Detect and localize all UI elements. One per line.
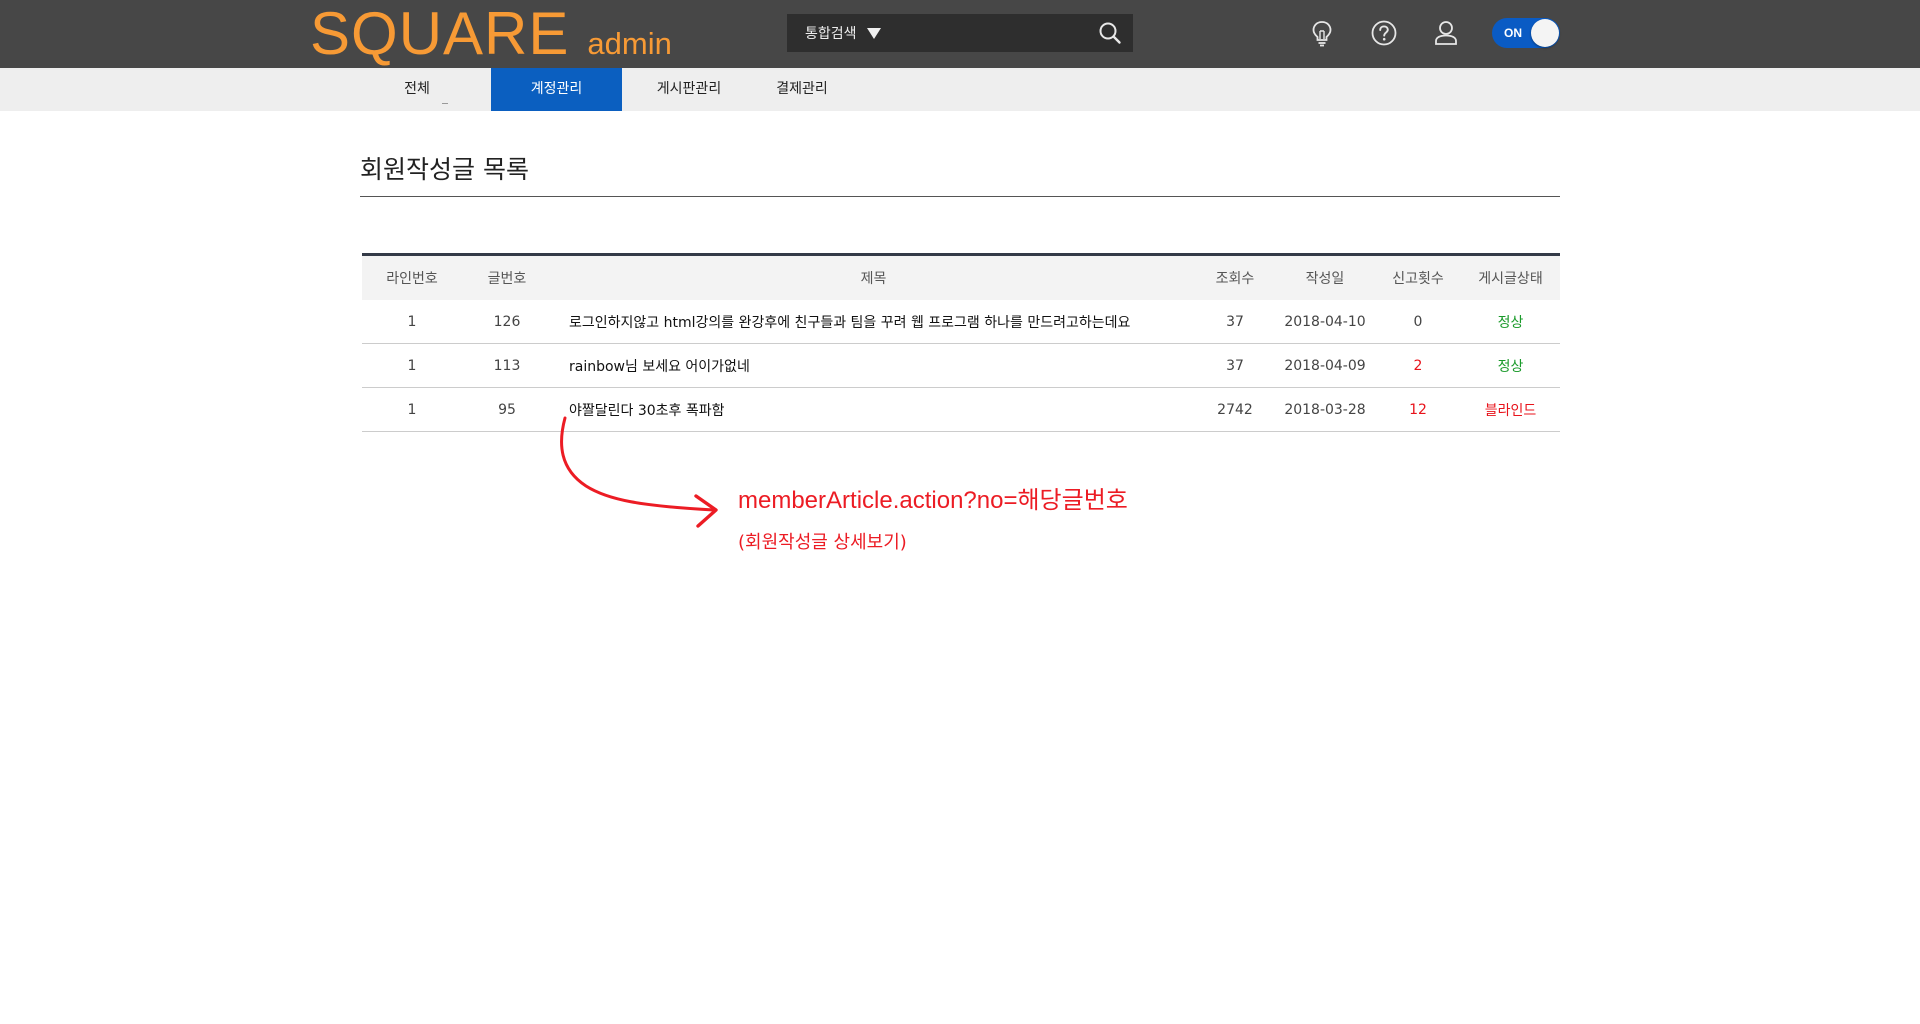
search-scope-dropdown[interactable]: 통합검색 (787, 23, 881, 43)
date-cell: 2018-04-09 (1284, 357, 1366, 374)
column-header: 조회수 (1215, 271, 1255, 287)
logo-sub-text: admin (587, 26, 672, 61)
report-count-cell: 12 (1409, 401, 1427, 418)
annotation-description: (회원작성글 상세보기) (738, 532, 907, 553)
table-header: 라인번호 글번호 제목 조회수 작성일 신고횟수 게시글상태 (362, 256, 1560, 300)
lightbulb-button[interactable] (1306, 17, 1338, 49)
nav-item-payment[interactable]: 결제관리 (752, 68, 852, 111)
column-header: 라인번호 (386, 271, 438, 287)
search-scope-label: 통합검색 (805, 26, 857, 42)
annotation-url: memberArticle.action?no=해당글번호 (738, 487, 1128, 514)
column-header: 신고횟수 (1392, 271, 1444, 287)
nav-indicator (442, 103, 448, 104)
status-badge: 정상 (1497, 314, 1524, 331)
main-nav: 전체 계정관리 게시판관리 결제관리 (0, 68, 1920, 111)
line-number-cell: 1 (407, 401, 417, 418)
line-number-cell: 1 (407, 313, 417, 330)
article-title-link[interactable]: 로그인하지않고 html강의를 완강후에 친구들과 팀을 꾸려 웹 프로그램 하… (552, 312, 1195, 332)
article-title-link[interactable]: rainbow님 보세요 어이가없네 (552, 356, 1195, 376)
views-cell: 37 (1226, 313, 1244, 330)
column-header: 작성일 (1305, 271, 1345, 287)
table-row: 1 126 로그인하지않고 html강의를 완강후에 친구들과 팀을 꾸려 웹 … (362, 300, 1560, 344)
on-off-toggle[interactable]: ON (1492, 18, 1560, 48)
search-button[interactable] (1087, 14, 1133, 52)
article-number-cell: 113 (493, 357, 521, 374)
help-button[interactable] (1368, 17, 1400, 49)
user-icon (1435, 21, 1457, 45)
line-number-cell: 1 (407, 357, 417, 374)
status-badge: 블라인드 (1484, 402, 1537, 419)
logo-main-text: SQUARE (310, 0, 570, 67)
views-cell: 37 (1226, 357, 1244, 374)
status-badge: 정상 (1497, 358, 1524, 375)
column-header: 게시글상태 (1478, 271, 1543, 287)
search-bar: 통합검색 (787, 14, 1133, 52)
date-cell: 2018-04-10 (1284, 313, 1366, 330)
title-divider (360, 196, 1560, 197)
top-header: SQUARE admin 통합검색 ON (0, 0, 1920, 68)
article-number-cell: 95 (498, 401, 516, 418)
dropdown-triangle-icon (866, 27, 881, 39)
help-icon (1371, 20, 1397, 46)
articles-table: 라인번호 글번호 제목 조회수 작성일 신고횟수 게시글상태 1 126 로그인… (362, 253, 1560, 432)
report-count-cell: 0 (1413, 313, 1423, 330)
views-cell: 2742 (1217, 401, 1253, 418)
user-button[interactable] (1430, 17, 1462, 49)
toggle-label: ON (1504, 26, 1522, 40)
lightbulb-icon (1312, 21, 1332, 47)
search-input[interactable] (880, 14, 1087, 52)
table-row: 1 113 rainbow님 보세요 어이가없네 37 2018-04-09 2… (362, 344, 1560, 388)
annotation-arrow-icon (560, 416, 718, 528)
column-header: 글번호 (487, 271, 527, 287)
nav-item-all[interactable]: 전체 (360, 68, 474, 111)
article-number-cell: 126 (493, 313, 521, 330)
search-icon (1099, 22, 1121, 44)
nav-item-board[interactable]: 게시판관리 (630, 68, 748, 111)
date-cell: 2018-03-28 (1284, 401, 1366, 418)
toggle-knob (1531, 19, 1559, 47)
page-title: 회원작성글 목록 (360, 155, 529, 184)
nav-item-account[interactable]: 계정관리 (491, 68, 622, 111)
table-row: 1 95 야짤달린다 30초후 폭파함 2742 2018-03-28 12 블… (362, 388, 1560, 432)
report-count-cell: 2 (1413, 357, 1423, 374)
logo[interactable]: SQUARE admin (310, 2, 672, 66)
column-header: 제목 (860, 271, 887, 287)
